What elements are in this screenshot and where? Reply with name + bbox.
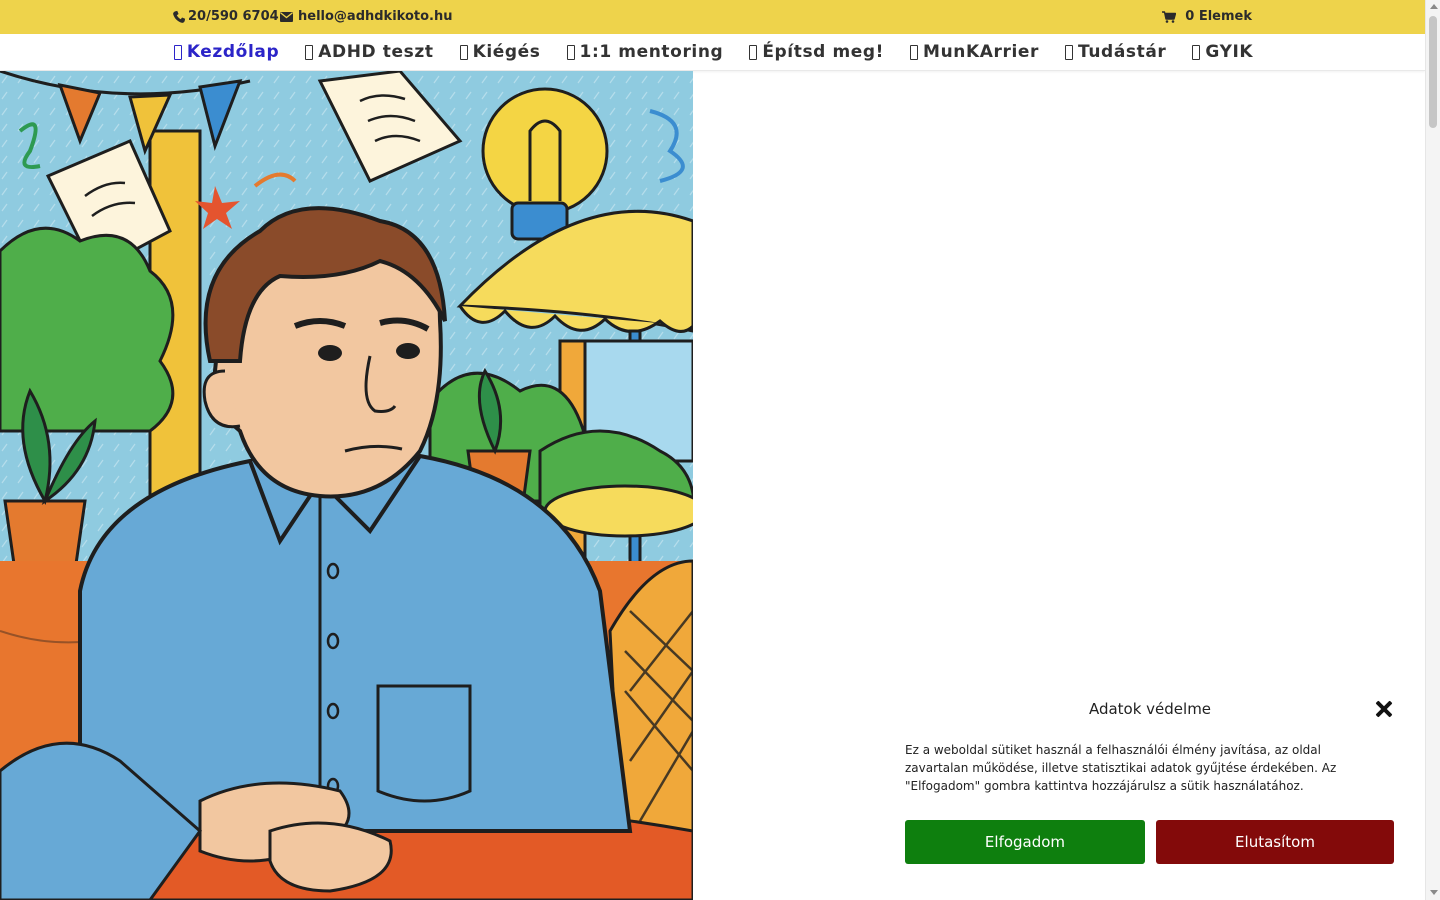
main-navigation: Kezdőlap ADHD teszt Kiégés 1:1 mentoring…: [0, 34, 1425, 71]
battery-icon: [459, 44, 468, 60]
phone-link[interactable]: 20/590 6704: [172, 9, 279, 24]
scroll-down-arrow-icon[interactable]: [1430, 890, 1438, 895]
nav-item-label: 1:1 mentoring: [579, 42, 724, 62]
nav-item-label: Építsd meg!: [762, 42, 885, 62]
nav-item-label: Tudástár: [1078, 42, 1167, 62]
vertical-scrollbar[interactable]: [1425, 0, 1440, 900]
build-icon: [749, 44, 758, 60]
nav-item-label: Kezdőlap: [186, 42, 280, 62]
book-icon: [1065, 44, 1074, 60]
cart-link[interactable]: 0 Elemek: [1162, 9, 1252, 24]
close-icon[interactable]: [1375, 700, 1393, 718]
test-icon: [305, 44, 314, 60]
cookie-dialog-text: Ez a weboldal sütiket használ a felhaszn…: [905, 743, 1337, 793]
scrollbar-thumb[interactable]: [1429, 16, 1437, 128]
cookie-consent-dialog: Adatok védelme Ez a weboldal sütiket has…: [885, 680, 1415, 892]
phone-icon: [173, 10, 186, 23]
nav-item-label: ADHD teszt: [318, 42, 434, 62]
cart-icon: [1162, 10, 1177, 23]
nav-item-label: MunKArrier: [923, 42, 1040, 62]
nav-item-gyik[interactable]: GYIK: [1192, 42, 1253, 62]
reject-button[interactable]: Elutasítom: [1156, 820, 1394, 864]
nav-item-munkarrier[interactable]: MunKArrier: [910, 42, 1039, 62]
nav-item-kieges[interactable]: Kiégés: [459, 42, 541, 62]
nav-item-tudastar[interactable]: Tudástár: [1065, 42, 1166, 62]
mail-icon: [280, 11, 293, 22]
home-icon: [173, 44, 182, 60]
phone-number: 20/590 6704: [188, 9, 279, 24]
email-link[interactable]: hello@adhdkikoto.hu: [280, 9, 452, 24]
briefcase-icon: [910, 44, 919, 60]
people-icon: [566, 44, 575, 60]
question-icon: [1192, 44, 1201, 60]
cart-count: 0 Elemek: [1185, 9, 1252, 24]
nav-item-label: GYIK: [1205, 42, 1254, 62]
top-contact-bar: 20/590 6704 hello@adhdkikoto.hu 0 Elemek: [0, 0, 1425, 34]
nav-item-kezdolap[interactable]: Kezdőlap: [173, 42, 280, 62]
man-at-cafe-illustration: [0, 71, 693, 900]
email-address: hello@adhdkikoto.hu: [298, 9, 453, 24]
nav-item-mentoring[interactable]: 1:1 mentoring: [566, 42, 724, 62]
accept-button[interactable]: Elfogadom: [905, 820, 1145, 864]
scroll-up-arrow-icon[interactable]: [1430, 4, 1438, 9]
nav-item-epitsd-meg[interactable]: Építsd meg!: [749, 42, 884, 62]
hero-illustration: [0, 71, 693, 900]
nav-item-label: Kiégés: [472, 42, 541, 62]
nav-item-adhd-teszt[interactable]: ADHD teszt: [305, 42, 433, 62]
cookie-dialog-title: Adatok védelme: [1088, 700, 1212, 718]
